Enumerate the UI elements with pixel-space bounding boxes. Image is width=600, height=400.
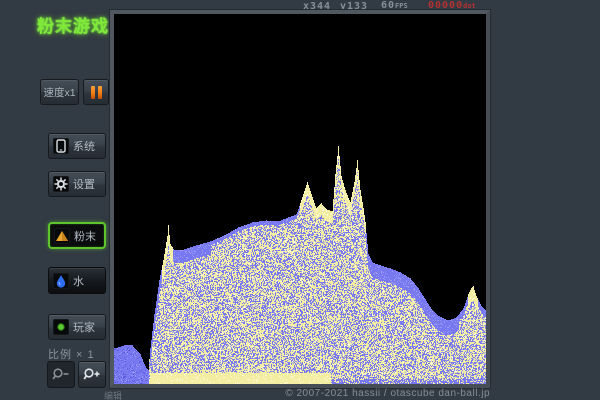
system-label: 系统 bbox=[73, 138, 95, 154]
gear-icon bbox=[53, 176, 69, 192]
pause-button[interactable] bbox=[83, 79, 109, 105]
fps-unit: FPS bbox=[395, 2, 408, 10]
element-water-button[interactable]: 水 bbox=[48, 267, 106, 294]
player-dot-icon bbox=[53, 319, 69, 335]
pause-icon bbox=[98, 86, 102, 99]
simulation-canvas[interactable] bbox=[110, 10, 490, 388]
system-button[interactable]: 系统 bbox=[48, 133, 106, 159]
zoom-in-button[interactable] bbox=[78, 361, 106, 388]
powder-game-app: 粉末游戏 x344 y133 60FPS 00000dot 速度x1 系统 设置… bbox=[0, 0, 600, 400]
element-powder-button[interactable]: 粉末 bbox=[48, 222, 106, 249]
copyright: © 2007-2021 hassii / otascube dan-ball.j… bbox=[110, 388, 490, 399]
powder-simulation[interactable] bbox=[114, 14, 486, 384]
dot-unit: dot bbox=[463, 2, 476, 10]
element-player-button[interactable]: 玩家 bbox=[48, 314, 106, 340]
speed-button[interactable]: 速度x1 bbox=[40, 79, 79, 105]
zoom-out-button[interactable] bbox=[47, 361, 75, 388]
settings-button[interactable]: 设置 bbox=[48, 171, 106, 197]
zoom-in-icon bbox=[83, 367, 101, 382]
water-label: 水 bbox=[73, 273, 84, 289]
scale-label: 比例 × 1 bbox=[48, 346, 95, 362]
powder-label: 粉末 bbox=[74, 228, 96, 244]
zoom-out-icon bbox=[52, 367, 70, 382]
powder-icon bbox=[54, 228, 70, 244]
settings-label: 设置 bbox=[73, 176, 95, 192]
pause-icon bbox=[91, 86, 95, 99]
water-drop-icon bbox=[53, 273, 69, 289]
phone-icon bbox=[53, 138, 69, 154]
player-label: 玩家 bbox=[73, 319, 95, 335]
page-title: 粉末游戏 bbox=[37, 12, 109, 37]
